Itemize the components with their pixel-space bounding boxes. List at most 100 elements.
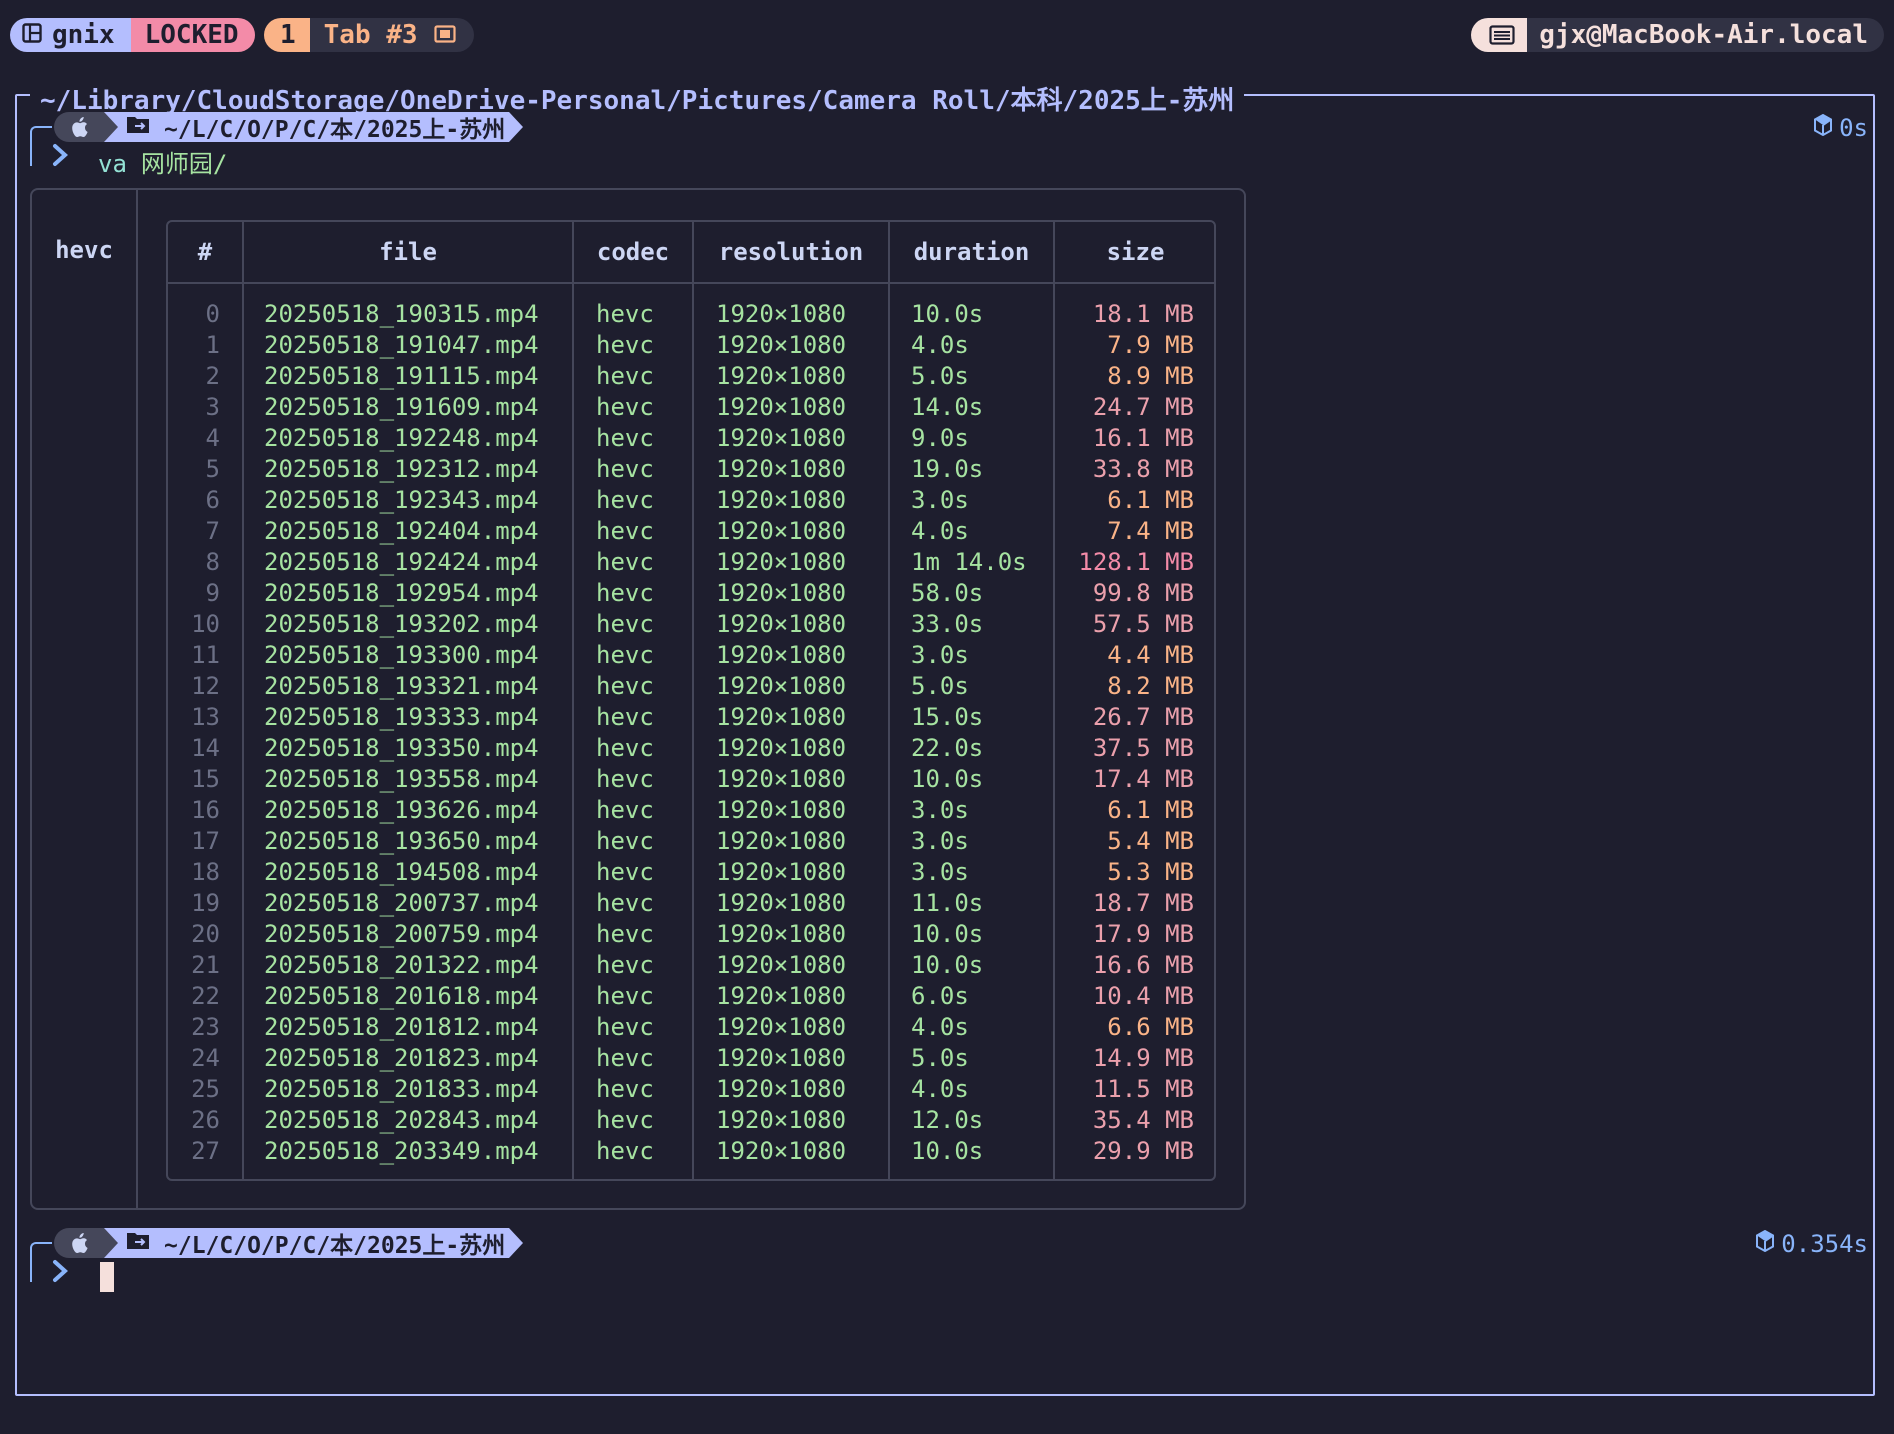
table-row: 16 20250518_193626.mp4 hevc 1920×1080 3.0s 6.… xyxy=(168,796,1214,827)
header-resolution: resolution xyxy=(718,238,864,266)
apple-icon xyxy=(54,112,104,142)
row-resolution: 1920×1080 xyxy=(716,982,847,1010)
table-row: 24 20250518_201823.mp4 hevc 1920×1080 5.0s 14… xyxy=(168,1044,1214,1075)
row-file: 20250518_193626.mp4 xyxy=(264,796,539,824)
row-size: 5.3 MB xyxy=(1107,858,1194,886)
command-argument: 网师园/ xyxy=(140,150,228,178)
row-duration: 3.0s xyxy=(911,641,969,669)
row-index: 23 xyxy=(191,1013,220,1041)
row-size: 7.4 MB xyxy=(1107,517,1194,545)
table-row: 10 20250518_193202.mp4 hevc 1920×1080 33.0s 5… xyxy=(168,610,1214,641)
prompt-segments: ~/L/C/O/P/C/本/2025上-苏州 xyxy=(54,1228,524,1259)
table-row: 25 20250518_201833.mp4 hevc 1920×1080 4.0s 11… xyxy=(168,1075,1214,1106)
row-duration: 3.0s xyxy=(911,827,969,855)
row-resolution: 1920×1080 xyxy=(716,300,847,328)
mode-badge[interactable]: LOCKED xyxy=(130,18,255,52)
table-row: 1 20250518_191047.mp4 hevc 1920×1080 4.0s 7.9… xyxy=(168,331,1214,362)
row-size: 4.4 MB xyxy=(1107,641,1194,669)
row-resolution: 1920×1080 xyxy=(716,393,847,421)
row-index: 26 xyxy=(191,1106,220,1134)
row-index: 9 xyxy=(205,579,220,607)
command-duration: 0s xyxy=(1813,113,1868,142)
row-resolution: 1920×1080 xyxy=(716,920,847,948)
row-resolution: 1920×1080 xyxy=(716,1044,847,1072)
prompt-path: ~/L/C/O/P/C/本/2025上-苏州 xyxy=(164,1233,506,1259)
row-size: 6.1 MB xyxy=(1107,796,1194,824)
row-duration: 5.0s xyxy=(911,672,969,700)
folder-icon xyxy=(126,1230,150,1256)
row-file: 20250518_192248.mp4 xyxy=(264,424,539,452)
row-index: 24 xyxy=(191,1044,220,1072)
row-codec: hevc xyxy=(596,641,654,669)
session-name-segment: gnix xyxy=(10,18,131,52)
row-codec: hevc xyxy=(596,362,654,390)
row-size: 7.9 MB xyxy=(1107,331,1194,359)
row-resolution: 1920×1080 xyxy=(716,486,847,514)
row-duration: 58.0s xyxy=(911,579,984,607)
row-file: 20250518_201618.mp4 xyxy=(264,982,539,1010)
row-size: 14.9 MB xyxy=(1092,1044,1194,1072)
folder-icon xyxy=(126,114,150,140)
row-codec: hevc xyxy=(596,796,654,824)
row-resolution: 1920×1080 xyxy=(716,765,847,793)
row-file: 20250518_190315.mp4 xyxy=(264,300,539,328)
row-codec: hevc xyxy=(596,486,654,514)
row-duration: 3.0s xyxy=(911,796,969,824)
row-size: 10.4 MB xyxy=(1092,982,1194,1010)
row-codec: hevc xyxy=(596,455,654,483)
group-divider xyxy=(136,190,138,1208)
row-index: 13 xyxy=(191,703,220,731)
row-resolution: 1920×1080 xyxy=(716,517,847,545)
table-row: 12 20250518_193321.mp4 hevc 1920×1080 5.0s 8.… xyxy=(168,672,1214,703)
row-codec: hevc xyxy=(596,1013,654,1041)
row-index: 8 xyxy=(205,548,220,576)
row-file: 20250518_194508.mp4 xyxy=(264,858,539,886)
row-size: 33.8 MB xyxy=(1092,455,1194,483)
row-size: 17.9 MB xyxy=(1092,920,1194,948)
row-file: 20250518_192312.mp4 xyxy=(264,455,539,483)
row-index: 14 xyxy=(191,734,220,762)
row-resolution: 1920×1080 xyxy=(716,703,847,731)
row-codec: hevc xyxy=(596,1075,654,1103)
row-codec: hevc xyxy=(596,548,654,576)
row-file: 20250518_201833.mp4 xyxy=(264,1075,539,1103)
server-icon xyxy=(1471,18,1528,52)
header-duration: duration xyxy=(913,238,1030,266)
row-codec: hevc xyxy=(596,579,654,607)
row-file: 20250518_191047.mp4 xyxy=(264,331,539,359)
table-row: 0 20250518_190315.mp4 hevc 1920×1080 10.0s 18… xyxy=(168,300,1214,331)
command-duration: 0.354s xyxy=(1755,1229,1868,1258)
row-index: 15 xyxy=(191,765,220,793)
row-codec: hevc xyxy=(596,1106,654,1134)
row-duration: 10.0s xyxy=(911,1137,984,1165)
row-resolution: 1920×1080 xyxy=(716,610,847,638)
row-file: 20250518_202843.mp4 xyxy=(264,1106,539,1134)
row-duration: 22.0s xyxy=(911,734,984,762)
table-row: 11 20250518_193300.mp4 hevc 1920×1080 3.0s 4.… xyxy=(168,641,1214,672)
header-index: # xyxy=(197,238,213,266)
row-codec: hevc xyxy=(596,517,654,545)
text-cursor[interactable] xyxy=(100,1262,114,1292)
segment-separator xyxy=(509,112,524,142)
apple-icon xyxy=(54,1228,104,1258)
row-index: 0 xyxy=(205,300,220,328)
row-size: 35.4 MB xyxy=(1092,1106,1194,1134)
row-codec: hevc xyxy=(596,982,654,1010)
row-duration: 19.0s xyxy=(911,455,984,483)
tab-item[interactable]: 1 Tab #3 xyxy=(264,18,474,52)
prompt-bracket xyxy=(30,1242,52,1282)
table-row: 6 20250518_192343.mp4 hevc 1920×1080 3.0s 6.1… xyxy=(168,486,1214,517)
row-codec: hevc xyxy=(596,703,654,731)
table-row: 8 20250518_192424.mp4 hevc 1920×1080 1m 14.0… xyxy=(168,548,1214,579)
row-index: 6 xyxy=(205,486,220,514)
row-size: 8.2 MB xyxy=(1107,672,1194,700)
tab-name-segment: Tab #3 xyxy=(309,18,474,52)
row-codec: hevc xyxy=(596,610,654,638)
row-codec: hevc xyxy=(596,858,654,886)
table-row: 13 20250518_193333.mp4 hevc 1920×1080 15.0s 2… xyxy=(168,703,1214,734)
table-row: 26 20250518_202843.mp4 hevc 1920×1080 12.0s 3… xyxy=(168,1106,1214,1137)
header-codec: codec xyxy=(596,238,670,266)
row-resolution: 1920×1080 xyxy=(716,331,847,359)
row-resolution: 1920×1080 xyxy=(716,827,847,855)
row-file: 20250518_201823.mp4 xyxy=(264,1044,539,1072)
